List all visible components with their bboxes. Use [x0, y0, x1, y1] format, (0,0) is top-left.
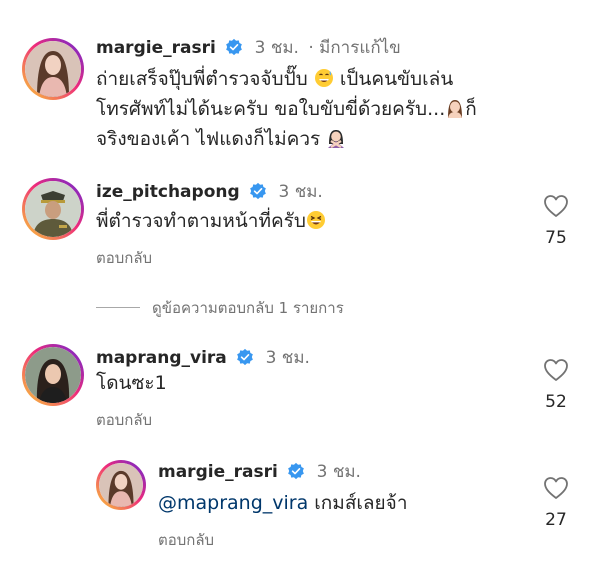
- like-button[interactable]: 52: [536, 358, 576, 412]
- comment-line: เกมส์เลยจ้า: [314, 492, 408, 514]
- like-button[interactable]: 27: [536, 476, 576, 530]
- comment-line: ก็: [465, 98, 477, 120]
- view-replies-label: ดูข้อความตอบกลับ 1 รายการ: [152, 299, 344, 317]
- like-button[interactable]: 75: [536, 194, 576, 248]
- timestamp: 3 ชม.: [316, 462, 361, 482]
- avatar[interactable]: [22, 38, 84, 100]
- comment-line: โทรศัพท์ไม่ได้นะครับ ขอใบขับขี่ด้วยครับ.…: [96, 98, 446, 120]
- comment-margie-rasri: margie_rasri 3 ชม. · มีการแก้ไข ถ่ายเสร็…: [0, 0, 600, 170]
- comment-line: พี่ตำรวจทำตามหน้าที่ครับ: [96, 210, 306, 232]
- comment-line: จริงของเค้า ไฟแดงก็ไม่ควร: [96, 128, 321, 150]
- reply-button[interactable]: ตอบกลับ: [96, 408, 152, 432]
- verified-badge-icon: [288, 462, 305, 480]
- woman-gesturing-no-emoji-icon: [328, 130, 345, 148]
- comment-ize-pitchapong: ize_pitchapong 3 ชม. พี่ตำรวจทำตามหน้าที…: [0, 170, 600, 280]
- edited-label: · มีการแก้ไข: [308, 38, 401, 58]
- heart-icon: [544, 195, 568, 217]
- woman-avatar-icon: [25, 347, 81, 403]
- avatar[interactable]: [96, 460, 146, 510]
- reply-margie-rasri: margie_rasri 3 ชม. @maprang_vira เกมส์เล…: [0, 452, 600, 563]
- timestamp: 3 ชม.: [278, 182, 323, 202]
- verified-badge-icon: [226, 38, 243, 56]
- view-replies-button[interactable]: ดูข้อความตอบกลับ 1 รายการ: [96, 296, 344, 320]
- comment-text: โดนซะ1: [96, 372, 167, 394]
- timestamp: 3 ชม.: [254, 38, 299, 58]
- reply-button[interactable]: ตอบกลับ: [158, 528, 214, 552]
- username[interactable]: margie_rasri: [158, 462, 278, 482]
- like-count: 52: [545, 392, 567, 412]
- avatar[interactable]: [22, 178, 84, 240]
- like-count: 75: [545, 228, 567, 248]
- comment-text: พี่ตำรวจทำตามหน้าที่ครับ: [96, 206, 326, 236]
- heart-icon: [544, 477, 568, 499]
- timestamp: 3 ชม.: [265, 348, 310, 368]
- avatar[interactable]: [22, 344, 84, 406]
- woman-avatar-icon: [25, 41, 81, 97]
- verified-badge-icon: [250, 182, 266, 200]
- comment-text: ถ่ายเสร็จปุ๊บพี่ตำรวจจับปั๊บ เป็นคนขับเล…: [96, 64, 576, 154]
- divider: [96, 307, 140, 308]
- heart-icon: [544, 359, 568, 381]
- comment-line: ถ่ายเสร็จปุ๊บพี่ตำรวจจับปั๊บ: [96, 68, 308, 90]
- username[interactable]: ize_pitchapong: [96, 182, 240, 202]
- username[interactable]: maprang_vira: [96, 348, 227, 368]
- laughing-emoji-icon: [306, 211, 325, 229]
- comment-maprang-vira: maprang_vira 3 ชม. โดนซะ1 ตอบกลับ 52: [0, 338, 600, 448]
- comment-text: @maprang_vira เกมส์เลยจ้า: [158, 488, 408, 518]
- police-officer-avatar-icon: [25, 181, 81, 237]
- grinning-sweat-emoji-icon: [314, 69, 333, 87]
- username[interactable]: margie_rasri: [96, 38, 216, 58]
- reply-button[interactable]: ตอบกลับ: [96, 246, 152, 270]
- woman-emoji-icon: [448, 100, 463, 118]
- mention-link[interactable]: @maprang_vira: [158, 492, 308, 514]
- verified-badge-icon: [237, 348, 253, 366]
- woman-avatar-icon: [99, 463, 143, 507]
- comment-line: เป็นคนขับเล่น: [339, 68, 454, 90]
- like-count: 27: [545, 510, 567, 530]
